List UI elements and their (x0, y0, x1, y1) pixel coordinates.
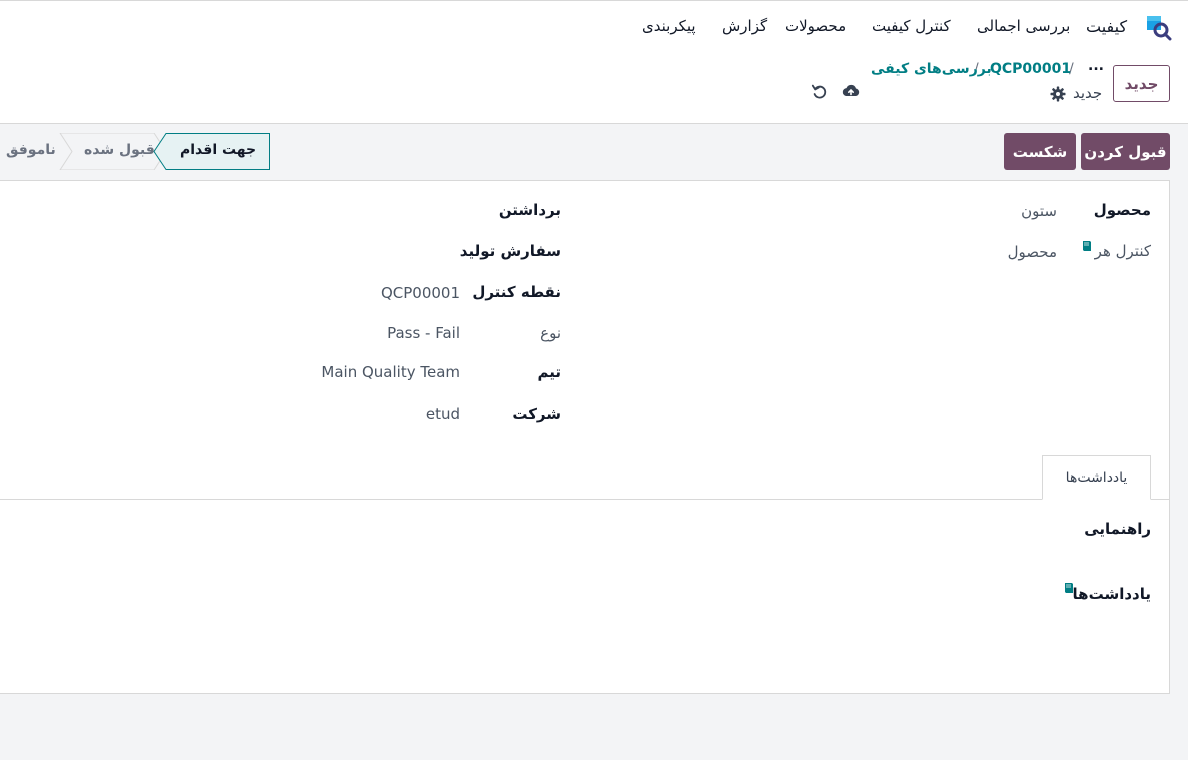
nav-configuration[interactable]: پیکربندی (642, 17, 696, 35)
company-field[interactable]: etud (426, 405, 460, 423)
control-point-field[interactable]: QCP00001 (381, 284, 460, 302)
company-label: شرکت (512, 405, 561, 423)
team-label: تیم (537, 363, 561, 381)
nav-overview[interactable]: بررسی اجمالی (977, 17, 1070, 35)
nav-reporting[interactable]: گزارش (722, 17, 767, 35)
top-navbar: کیفیت بررسی اجمالی کنترل کیفیت محصولات گ… (0, 0, 1188, 50)
control-per-field[interactable]: محصول (1008, 243, 1057, 261)
accept-button[interactable]: قبول کردن (1081, 133, 1170, 170)
breadcrumb-quality-checks[interactable]: بررسی‌های کیفی (871, 61, 992, 77)
quality-app-logo-icon[interactable] (1146, 15, 1172, 41)
cloud-upload-icon[interactable] (842, 83, 860, 99)
undo-icon[interactable] (811, 83, 828, 100)
type-field[interactable]: Pass - Fail (387, 324, 460, 342)
instructions-label: راهنمایی (1084, 520, 1151, 538)
fail-button[interactable]: شکست (1004, 133, 1076, 170)
form-sheet: محصول ستون کنترل هر محصول برداشتن سفارش … (0, 180, 1170, 694)
picking-label: برداشتن (498, 201, 561, 219)
nav-quality-control[interactable]: کنترل کیفیت (872, 17, 951, 35)
status-stage-passed[interactable]: قبول شده (84, 142, 155, 158)
tab-notes[interactable]: یادداشت‌ها (1042, 455, 1151, 500)
control-point-label: نقطه کنترل (472, 283, 561, 301)
gear-icon[interactable] (1050, 86, 1066, 102)
type-label: نوع (540, 324, 561, 342)
product-field[interactable]: ستون (1021, 202, 1057, 220)
breadcrumb-check[interactable]: QCP00001 (990, 61, 1071, 77)
app-name[interactable]: کیفیت (1086, 17, 1127, 36)
status-stage-failed[interactable]: ناموفق (6, 142, 56, 158)
product-label: محصول (1093, 201, 1151, 219)
notebook-divider (0, 499, 1170, 500)
nav-products[interactable]: محصولات (785, 17, 846, 35)
book-icon[interactable] (1082, 240, 1092, 252)
production-order-label: سفارش تولید (459, 242, 561, 260)
record-title: جدید (1073, 84, 1103, 102)
team-field[interactable]: Main Quality Team (321, 363, 460, 381)
status-bar: جهت اقدام قبول شده ناموفق (0, 133, 270, 170)
control-panel: جدید ... / QCP00001 / بررسی‌های کیفی جدی… (0, 50, 1188, 124)
breadcrumb-more[interactable]: ... (1088, 58, 1104, 74)
status-stage-todo[interactable]: جهت اقدام (180, 142, 256, 158)
notes-label: یادداشت‌ها (1072, 585, 1151, 603)
new-button[interactable]: جدید (1113, 65, 1170, 102)
control-per-label: کنترل هر (1094, 242, 1151, 260)
